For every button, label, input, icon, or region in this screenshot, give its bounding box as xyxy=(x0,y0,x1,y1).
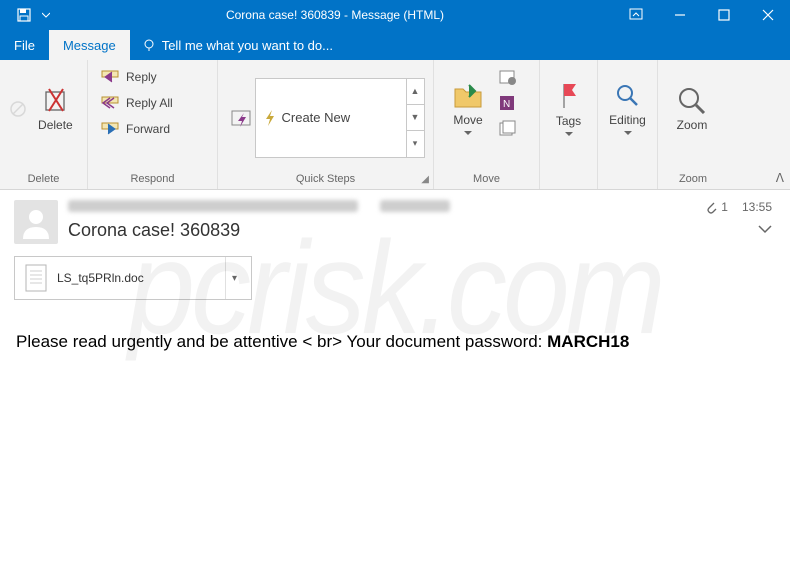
close-button[interactable] xyxy=(746,0,790,30)
forward-icon xyxy=(100,121,120,137)
more-move-button[interactable] xyxy=(496,116,518,142)
group-move-label: Move xyxy=(440,171,533,187)
group-delete: Delete Delete xyxy=(0,60,88,189)
actions-button[interactable]: N xyxy=(496,90,518,116)
attachment-area: LS_tq5PRln.doc ▾ xyxy=(0,250,790,306)
message-header: Corona case! 360839 1 13:55 xyxy=(0,190,790,250)
delete-icon xyxy=(41,86,69,114)
reply-all-icon xyxy=(100,95,120,111)
person-icon xyxy=(19,205,53,239)
minimize-button[interactable] xyxy=(658,0,702,30)
group-quicksteps-label: Quick Steps xyxy=(224,171,427,187)
group-delete-label: Delete xyxy=(6,171,81,187)
editing-button[interactable]: Editing xyxy=(604,64,651,154)
quicksteps-icon xyxy=(230,107,252,129)
tab-message[interactable]: Message xyxy=(49,30,130,60)
ignore-icon xyxy=(9,100,27,118)
message-subject: Corona case! 360839 xyxy=(68,220,695,241)
zoom-icon xyxy=(677,86,707,114)
attachment-item[interactable]: LS_tq5PRln.doc ▾ xyxy=(14,256,252,300)
message-time: 13:55 xyxy=(742,200,772,214)
gallery-up[interactable]: ▲ xyxy=(407,79,424,105)
group-respond: Reply Reply All Forward Respond xyxy=(88,60,218,189)
move-folder-icon xyxy=(453,83,483,109)
lightning-icon xyxy=(264,110,276,126)
group-respond-label: Respond xyxy=(94,171,211,187)
tell-me-label: Tell me what you want to do... xyxy=(162,38,333,53)
tags-button[interactable]: Tags xyxy=(546,64,591,154)
group-move: Move N Move xyxy=(434,60,540,189)
zoom-button[interactable]: Zoom xyxy=(664,64,720,154)
expand-header-button[interactable] xyxy=(758,224,772,234)
group-quicksteps: Create New ▲ ▼ ▾ Quick Steps ◢ xyxy=(218,60,434,189)
qat-dropdown[interactable] xyxy=(42,0,56,30)
message-body: Please read urgently and be attentive < … xyxy=(0,306,790,378)
attachment-indicator[interactable]: 1 xyxy=(705,200,728,214)
window-title: Corona case! 360839 - Message (HTML) xyxy=(56,8,614,22)
reply-all-button[interactable]: Reply All xyxy=(94,90,211,116)
ribbon: Delete Delete Reply Reply All Forward xyxy=(0,60,790,190)
group-zoom-label: Zoom xyxy=(664,171,722,187)
rules-icon xyxy=(498,68,516,86)
delete-button[interactable]: Delete xyxy=(30,64,81,154)
body-text: Please read urgently and be attentive < … xyxy=(16,332,547,351)
delete-label: Delete xyxy=(38,118,73,132)
quicksteps-gallery[interactable]: Create New ▲ ▼ ▾ xyxy=(255,78,425,158)
ignore-button xyxy=(6,64,30,154)
quicksteps-launcher[interactable]: ◢ xyxy=(421,174,429,185)
flag-icon xyxy=(558,82,580,110)
move-button[interactable]: Move xyxy=(440,64,496,154)
title-bar: Corona case! 360839 - Message (HTML) xyxy=(0,0,790,30)
chevron-down-icon xyxy=(624,131,632,136)
attachment-filename: LS_tq5PRln.doc xyxy=(57,271,217,285)
gallery-more[interactable]: ▾ xyxy=(407,131,424,156)
save-button[interactable] xyxy=(10,0,38,30)
chevron-down-icon xyxy=(464,131,472,136)
group-editing-label xyxy=(604,171,651,187)
actions-icon xyxy=(498,120,516,138)
sender-line xyxy=(68,200,695,216)
reply-icon xyxy=(100,69,120,85)
lightbulb-icon xyxy=(142,38,156,52)
group-tags: Tags xyxy=(540,60,598,189)
ribbon-display-options[interactable] xyxy=(614,0,658,30)
paperclip-icon xyxy=(705,200,717,214)
group-zoom: Zoom Zoom xyxy=(658,60,728,189)
doc-file-icon xyxy=(23,263,49,293)
onenote-icon: N xyxy=(498,94,516,112)
ribbon-tabs: File Message Tell me what you want to do… xyxy=(0,30,790,60)
chevron-down-icon xyxy=(565,132,573,137)
tell-me-search[interactable]: Tell me what you want to do... xyxy=(130,30,333,60)
tab-file[interactable]: File xyxy=(0,30,49,60)
attachment-dropdown[interactable]: ▾ xyxy=(225,257,243,299)
group-tags-label xyxy=(546,171,591,187)
sender-avatar xyxy=(14,200,58,244)
collapse-ribbon-button[interactable]: ᐱ xyxy=(776,171,784,185)
group-editing: Editing xyxy=(598,60,658,189)
gallery-down[interactable]: ▼ xyxy=(407,105,424,131)
body-password: MARCH18 xyxy=(547,332,629,351)
reply-button[interactable]: Reply xyxy=(94,64,211,90)
forward-button[interactable]: Forward xyxy=(94,116,211,142)
rules-button[interactable] xyxy=(496,64,518,90)
maximize-button[interactable] xyxy=(702,0,746,30)
svg-text:N: N xyxy=(503,99,510,110)
find-icon xyxy=(615,83,641,109)
